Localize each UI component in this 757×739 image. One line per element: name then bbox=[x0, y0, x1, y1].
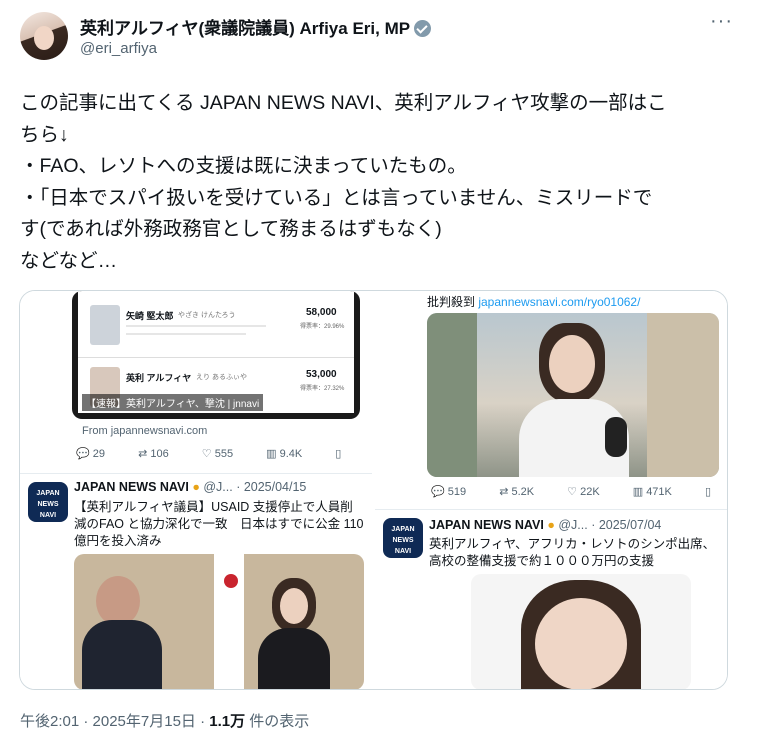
candidate-1-pct: 得票率：29.96% bbox=[300, 324, 345, 330]
reply-count[interactable]: 💬 519 bbox=[431, 486, 466, 498]
like-count[interactable]: ♡ 555 bbox=[202, 448, 233, 460]
candidate-photo-1 bbox=[90, 305, 120, 345]
media-panel-bottom-left[interactable]: JAPAN NEWS NAVI JAPAN NEWS NAVI ● @J... · … bbox=[20, 473, 372, 689]
view-label: 件の表示 bbox=[245, 713, 310, 730]
article-link[interactable]: japannewsnavi.com/ryo01062/ bbox=[478, 295, 640, 309]
tweet-media[interactable]: 矢崎 堅太郎 やざき けんたろう 58,000 得票率：29.96% 英利 アル… bbox=[19, 290, 728, 690]
meeting-photo bbox=[74, 554, 364, 689]
media-panel-bottom-right[interactable]: JAPAN NEWS NAVI JAPAN NEWS NAVI ● @J... · … bbox=[375, 509, 727, 689]
candidate-2-name: 英利 アルフィヤ bbox=[126, 373, 192, 383]
candidate-1-votes: 58,000 bbox=[306, 307, 337, 318]
reply-count[interactable]: 💬 29 bbox=[76, 448, 105, 460]
microphone-icon bbox=[605, 417, 627, 457]
tweet-text: この記事に出てくる JAPAN NEWS NAVI、英利アルフィヤ攻撃の一部はこ… bbox=[20, 92, 667, 272]
account-meta: @J... · 2025/04/15 bbox=[203, 480, 307, 494]
gold-verified-icon: ● bbox=[547, 518, 555, 532]
bookmark-icon[interactable]: ▯ bbox=[705, 486, 711, 498]
account-meta: @J... · 2025/07/04 bbox=[558, 518, 662, 532]
media-caption: 批判殺到 japannewsnavi.com/ryo01062/ bbox=[427, 295, 641, 309]
verified-badge-icon bbox=[414, 20, 432, 37]
retweet-count[interactable]: ⇄ 5.2K bbox=[499, 486, 534, 498]
link-source[interactable]: From japannewsnavi.com bbox=[82, 425, 207, 437]
japan-news-navi-logo: JAPAN NEWS NAVI bbox=[28, 482, 68, 522]
candidate-1-name: 矢崎 堅太郎 bbox=[126, 311, 174, 321]
interview-video-still[interactable] bbox=[427, 313, 719, 477]
account-name[interactable]: JAPAN NEWS NAVI bbox=[429, 518, 544, 532]
card-text: 【英利アルフィヤ議員】USAID 支援停止で人員削減のFAO と協力深化で一致 … bbox=[74, 500, 364, 548]
media-overlay-text: 【速報】英利アルフィヤ、撃沈 | jnnavi bbox=[82, 394, 264, 411]
view-count[interactable]: ▥ 9.4K bbox=[266, 448, 302, 460]
media-panel-top-right[interactable]: 批判殺到 japannewsnavi.com/ryo01062/ 💬 519 ⇄… bbox=[375, 291, 727, 509]
view-count[interactable]: 1.1万 bbox=[209, 713, 245, 730]
display-name[interactable]: 英利アルフィヤ(衆議院議員) Arfiya Eri, MP bbox=[80, 14, 432, 39]
candidate-2-votes: 53,000 bbox=[306, 369, 337, 380]
gold-verified-icon: ● bbox=[192, 480, 200, 494]
election-screenshot: 矢崎 堅太郎 やざき けんたろう 58,000 得票率：29.96% 英利 アル… bbox=[72, 291, 360, 419]
view-count[interactable]: ▥ 471K bbox=[633, 486, 672, 498]
tweet-footer: 午後2:01 · 2025年7月15日 · 1.1万 件の表示 bbox=[20, 710, 309, 731]
japan-news-navi-logo: JAPAN NEWS NAVI bbox=[383, 518, 423, 558]
retweet-count[interactable]: ⇄ 106 bbox=[138, 448, 169, 460]
account-line: JAPAN NEWS NAVI ● @J... · 2025/04/15 bbox=[74, 480, 306, 494]
avatar[interactable] bbox=[20, 12, 68, 60]
more-options-icon[interactable]: ··· bbox=[710, 10, 733, 33]
tweet-stats: 💬 519 ⇄ 5.2K ♡ 22K ▥ 471K ▯ ⇪ bbox=[431, 485, 727, 498]
media-panel-top-left[interactable]: 矢崎 堅太郎 やざき けんたろう 58,000 得票率：29.96% 英利 アル… bbox=[20, 291, 372, 473]
display-name-text[interactable]: 英利アルフィヤ(衆議院議員) Arfiya Eri, MP bbox=[80, 19, 410, 38]
person-face bbox=[549, 335, 595, 393]
card-text: 英利アルフィヤ、アフリカ・レソトのシンポ出席、高校の整備支援で約１０００万円の支… bbox=[429, 537, 716, 568]
handle[interactable]: @eri_arfiya bbox=[80, 40, 157, 57]
candidate-1-kana: やざき けんたろう bbox=[178, 312, 236, 319]
bookmark-icon[interactable]: ▯ bbox=[335, 448, 341, 460]
account-name[interactable]: JAPAN NEWS NAVI bbox=[74, 480, 189, 494]
like-count[interactable]: ♡ 22K bbox=[567, 486, 600, 498]
tweet-stats: 💬 29 ⇄ 106 ♡ 555 ▥ 9.4K ▯ ⇪ bbox=[76, 447, 372, 460]
account-line: JAPAN NEWS NAVI ● @J... · 2025/07/04 bbox=[429, 518, 661, 532]
candidate-2-kana: えり あるふぃや bbox=[196, 374, 247, 381]
candidate-2-pct: 得票率：27.32% bbox=[300, 386, 345, 392]
timestamp[interactable]: 午後2:01 · 2025年7月15日 · bbox=[20, 713, 209, 730]
portrait-photo bbox=[471, 574, 691, 689]
